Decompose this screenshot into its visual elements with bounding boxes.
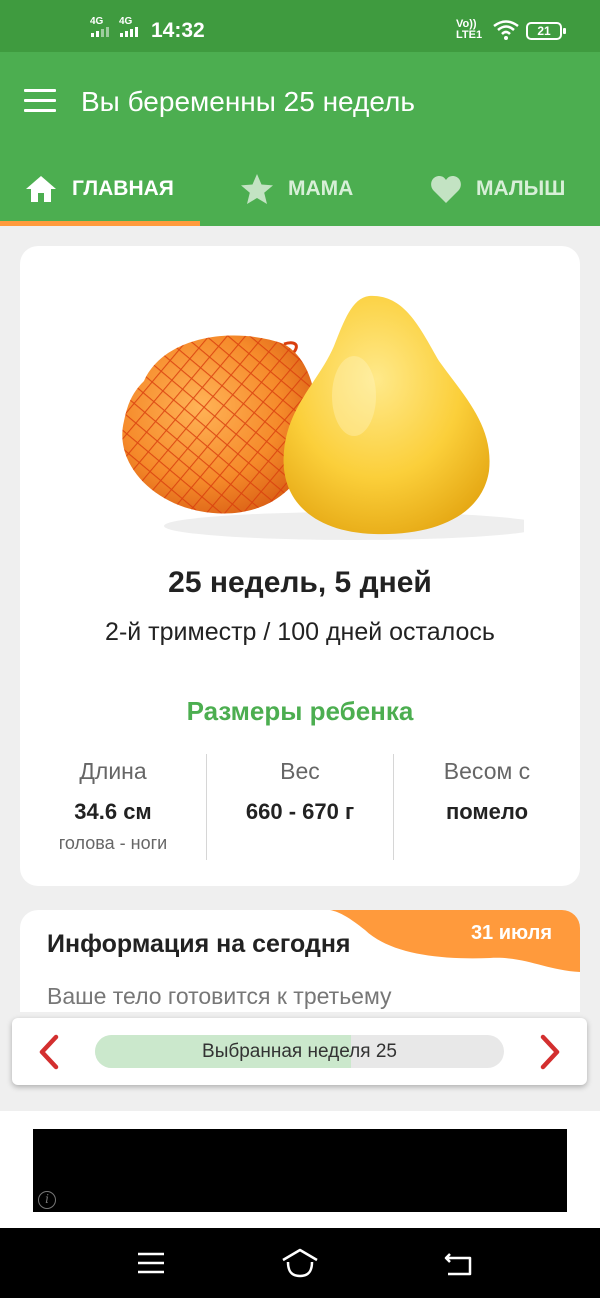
active-tab-indicator <box>0 221 200 226</box>
baby-sizes-heading: Размеры ребенка <box>186 696 414 726</box>
next-week-chevron-icon[interactable] <box>535 1034 565 1070</box>
network-type-label: 4G <box>119 16 133 27</box>
ad-info-icon[interactable]: i <box>38 1191 56 1209</box>
tab-mom[interactable]: МАМА <box>240 152 353 226</box>
tab-baby[interactable]: МАЛЫШ <box>430 152 565 226</box>
home-icon <box>26 176 56 202</box>
info-date: 31 июля <box>470 922 552 944</box>
back-button-icon[interactable] <box>442 1246 474 1280</box>
signal-indicator-2: 4G <box>119 17 138 40</box>
info-title: Информация на сегодня <box>47 930 351 958</box>
signal-indicator-1: 4G <box>90 17 109 40</box>
tab-bar: ГЛАВНАЯ МАМА МАЛЫШ <box>0 152 600 226</box>
stat-fruit-value: помело <box>445 799 529 824</box>
hamburger-menu-icon[interactable] <box>24 89 56 113</box>
network-type-label: 4G <box>90 16 104 27</box>
ad-banner[interactable] <box>33 1129 567 1212</box>
tab-home-label: ГЛАВНАЯ <box>72 177 174 200</box>
stat-weight: Вес 660 - 670 г <box>207 758 393 825</box>
pomelo-fruit-image <box>122 295 524 540</box>
heart-icon <box>431 175 461 203</box>
star-icon <box>241 174 273 204</box>
daily-info-card[interactable]: 31 июля Информация на сегодня Ваше тело … <box>20 910 580 1012</box>
system-nav-bar <box>0 1228 600 1298</box>
stat-length-label: Длина <box>79 758 147 784</box>
selected-week-label: Выбранная неделя 25 <box>202 1041 397 1062</box>
home-button-icon[interactable] <box>280 1246 320 1280</box>
status-bar: 4G 4G 14:32 Vo)) LTE1 21 <box>0 0 600 52</box>
recent-apps-icon[interactable] <box>136 1246 166 1280</box>
week-card: 25 недель, 5 дней 2-й триместр / 100 дне… <box>20 246 580 886</box>
wifi-icon <box>493 20 519 40</box>
ad-area: i <box>0 1111 600 1228</box>
info-text: Ваше тело готовится к третьему <box>47 983 392 1009</box>
clock: 14:32 <box>151 19 205 42</box>
volte-bottom-label: LTE1 <box>456 29 483 41</box>
app-bar: Вы беременны 25 недель <box>0 52 600 152</box>
tab-home[interactable]: ГЛАВНАЯ <box>24 152 174 226</box>
stat-compare-fruit: Весом с помело <box>394 758 580 825</box>
previous-week-chevron-icon[interactable] <box>34 1034 64 1070</box>
tab-baby-label: МАЛЫШ <box>476 177 566 200</box>
stat-weight-label: Вес <box>280 758 320 784</box>
volte-indicator: Vo)) LTE1 <box>456 19 482 41</box>
trimester-info: 2-й триместр / 100 дней осталось <box>105 618 495 646</box>
app-title: Вы беременны 25 недель <box>81 86 415 117</box>
stat-length-value: 34.6 см <box>74 799 152 824</box>
week-selector: Выбранная неделя 25 <box>12 1018 587 1085</box>
week-progress-bar[interactable]: Выбранная неделя 25 <box>95 1035 504 1068</box>
week-title: 25 недель, 5 дней <box>168 566 432 599</box>
stat-length: Длина 34.6 см голова - ноги <box>20 758 206 854</box>
stat-weight-value: 660 - 670 г <box>245 799 355 824</box>
stat-fruit-label: Весом с <box>443 758 531 784</box>
tab-mom-label: МАМА <box>288 177 354 200</box>
stat-length-note: голова - ноги <box>58 833 168 853</box>
battery-indicator: 21 <box>526 22 566 40</box>
